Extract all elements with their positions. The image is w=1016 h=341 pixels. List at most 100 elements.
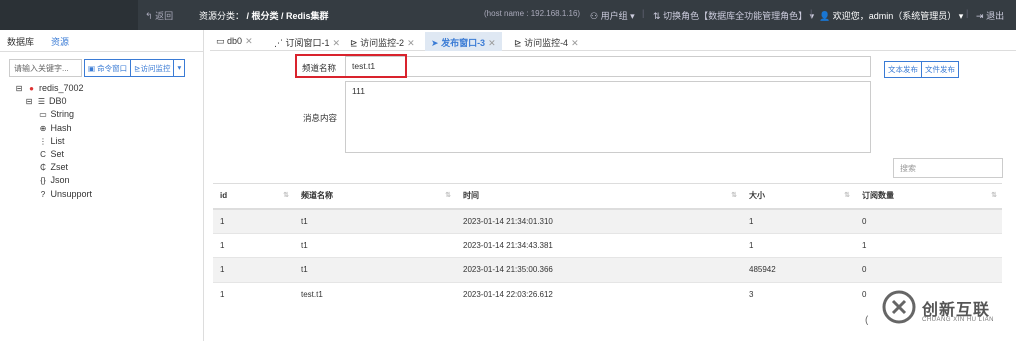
left-panel: 数据库 资源 请输入关键字... ▣ 命令窗口 ⊵访问监控 ▾ ⊟ ● redi… (0, 30, 204, 341)
list-icon: ⋮ (39, 136, 47, 146)
string-icon: ▭ (39, 110, 47, 120)
tab-resource[interactable]: 资源 (51, 35, 69, 48)
resource-tree: ⊟ ● redis_7002 ⊟ ☰ DB0 ▭ String ⊕ Hash ⋮… (14, 82, 92, 201)
send-icon: ➤ (431, 38, 439, 48)
tree-node-db[interactable]: ⊟ ☰ DB0 (14, 95, 92, 108)
tree-node-json[interactable]: {} Json (14, 174, 92, 187)
divider: | (966, 8, 969, 18)
top-bar-left (0, 0, 138, 30)
tab-db0[interactable]: ▭ db0 ✕ (210, 32, 259, 51)
message-label: 消息内容 (303, 113, 338, 123)
command-window-button[interactable]: ▣ 命令窗口 (85, 60, 132, 76)
text-publish-button[interactable]: 文本发布 (884, 61, 922, 78)
json-icon: {} (40, 176, 46, 186)
file-publish-button[interactable]: 文件发布 (922, 61, 959, 78)
left-tabs: 数据库 资源 (0, 30, 204, 52)
table-header-row: id ⇅ 频道名称 ⇅ 时间 ⇅ 大小 ⇅ 订阅数量 ⇅ (213, 183, 1002, 210)
tab-publish-3[interactable]: ➤ 发布窗口-3 ✕ (425, 32, 502, 51)
col-id[interactable]: id ⇅ (213, 183, 294, 210)
message-textarea[interactable]: 111 (345, 81, 871, 153)
cell-subscribers: 0 (855, 257, 1002, 282)
sort-icon: ⇅ (283, 192, 289, 199)
close-icon[interactable]: ✕ (333, 38, 341, 48)
editor-tabs: ▭ db0 ✕ ⋰ 订阅窗口-1 ✕ ⊵ 访问监控-2 ✕ ➤ 发布窗口-3 ✕ ⊵ 访… (210, 32, 1016, 51)
cell-id: 1 (213, 208, 294, 233)
sort-icon: ⇅ (991, 192, 997, 199)
brand-logo-icon (882, 290, 916, 324)
dropdown-button[interactable]: ▾ (174, 60, 184, 76)
chart-icon: ⊵ (350, 38, 358, 48)
cell-channel: t1 (294, 232, 456, 258)
sort-icon: ⇅ (731, 192, 737, 199)
cell-subscribers: 0 (855, 208, 1002, 233)
cell-size: 485942 (742, 257, 855, 282)
back-icon: ↰ (145, 11, 153, 21)
cell-time: 2023-01-14 22:03:26.612 (456, 281, 742, 307)
col-time[interactable]: 时间 ⇅ (456, 183, 742, 210)
logout-icon: ⇥ (976, 11, 984, 21)
table-row[interactable]: 1 t1 2023-01-14 21:34:43.381 1 1 (213, 232, 1002, 258)
tree-search-input[interactable]: 请输入关键字... (9, 59, 82, 77)
cell-id: 1 (213, 232, 294, 258)
switch-role-menu[interactable]: ⇅ 切换角色【数据库全功能管理角色】 ▾ (653, 9, 814, 22)
logout-button[interactable]: ⇥ 退出 (976, 9, 1004, 22)
close-icon[interactable]: ✕ (488, 38, 496, 48)
close-icon[interactable]: ✕ (571, 38, 579, 48)
question-icon: ? (40, 189, 46, 199)
sort-icon: ⇅ (445, 192, 451, 199)
tab-monitor-2[interactable]: ⊵ 访问监控-2 ✕ (344, 32, 421, 51)
tree-node-list[interactable]: ⋮ List (14, 135, 92, 148)
access-monitor-button[interactable]: ⊵访问监控 (131, 60, 175, 76)
collapse-icon[interactable]: ⊟ (14, 83, 24, 95)
cell-size: 1 (742, 208, 855, 233)
cell-subscribers: 1 (855, 232, 1002, 258)
terminal-icon: ▣ (88, 64, 98, 73)
tree-node-server[interactable]: ⊟ ● redis_7002 (14, 82, 92, 95)
watermark-sub: CHUANG XIN HU LIAN (922, 317, 995, 323)
tree-button-group: ▣ 命令窗口 ⊵访问监控 ▾ (84, 59, 186, 77)
channel-input[interactable]: test.t1 (345, 56, 871, 77)
zset-icon: ₵ (40, 163, 46, 173)
divider: | (642, 8, 645, 18)
cell-channel: t1 (294, 257, 456, 282)
tree-node-hash[interactable]: ⊕ Hash (14, 122, 92, 135)
breadcrumb: 资源分类： / 根分类 / Redis集群 (199, 11, 329, 21)
users-icon: ⚇ (590, 11, 599, 21)
col-size[interactable]: 大小 ⇅ (742, 183, 855, 210)
user-icon: 👤 (819, 11, 831, 21)
back-button[interactable]: ↰ 返回 (145, 9, 173, 22)
database-icon: ☰ (37, 97, 46, 107)
cell-time: 2023-01-14 21:34:01.310 (456, 208, 742, 233)
tree-node-unsupport[interactable]: ? Unsupport (14, 188, 92, 201)
close-icon[interactable]: ✕ (245, 36, 253, 46)
cell-size: 3 (742, 281, 855, 307)
user-menu[interactable]: 👤 欢迎您，admin（系统管理员） ▾ (819, 9, 963, 22)
watermark: 创新互联 CHUANG XIN HU LIAN (868, 284, 1016, 341)
table-row[interactable]: 1 t1 2023-01-14 21:34:01.310 1 0 (213, 208, 1002, 233)
switch-icon: ⇅ (653, 11, 661, 21)
redis-icon: ● (29, 84, 34, 93)
table-row[interactable]: 1 t1 2023-01-14 21:35:00.366 485942 0 (213, 257, 1002, 282)
table-search-input[interactable]: 搜索 (893, 158, 1003, 178)
cell-time: 2023-01-14 21:35:00.366 (456, 257, 742, 282)
rss-icon: ⋰ (274, 38, 283, 48)
chart-icon: ⊵ (514, 38, 522, 48)
user-group-menu[interactable]: ⚇ 用户组 ▾ (590, 9, 635, 22)
close-icon[interactable]: ✕ (407, 38, 415, 48)
cell-time: 2023-01-14 21:34:43.381 (456, 232, 742, 258)
tree-node-set[interactable]: C Set (14, 148, 92, 161)
tab-database[interactable]: 数据库 (7, 35, 34, 48)
cell-id: 1 (213, 257, 294, 282)
tree-node-zset[interactable]: ₵ Zset (14, 161, 92, 174)
top-bar: ↰ 返回 资源分类： / 根分类 / Redis集群 (host name : … (0, 0, 1016, 30)
tab-monitor-4[interactable]: ⊵ 访问监控-4 ✕ (508, 32, 585, 51)
collapse-icon[interactable]: ⊟ (24, 96, 34, 108)
hash-icon: ⊕ (39, 123, 47, 133)
divider: | (810, 8, 813, 18)
tab-subscribe-1[interactable]: ⋰ 订阅窗口-1 ✕ (268, 32, 346, 51)
monitor-icon: ▭ (216, 36, 225, 46)
highlight-box (295, 54, 407, 78)
col-subscribers[interactable]: 订阅数量 ⇅ (855, 183, 1002, 210)
col-channel[interactable]: 频道名称 ⇅ (294, 183, 456, 210)
tree-node-string[interactable]: ▭ String (14, 108, 92, 121)
